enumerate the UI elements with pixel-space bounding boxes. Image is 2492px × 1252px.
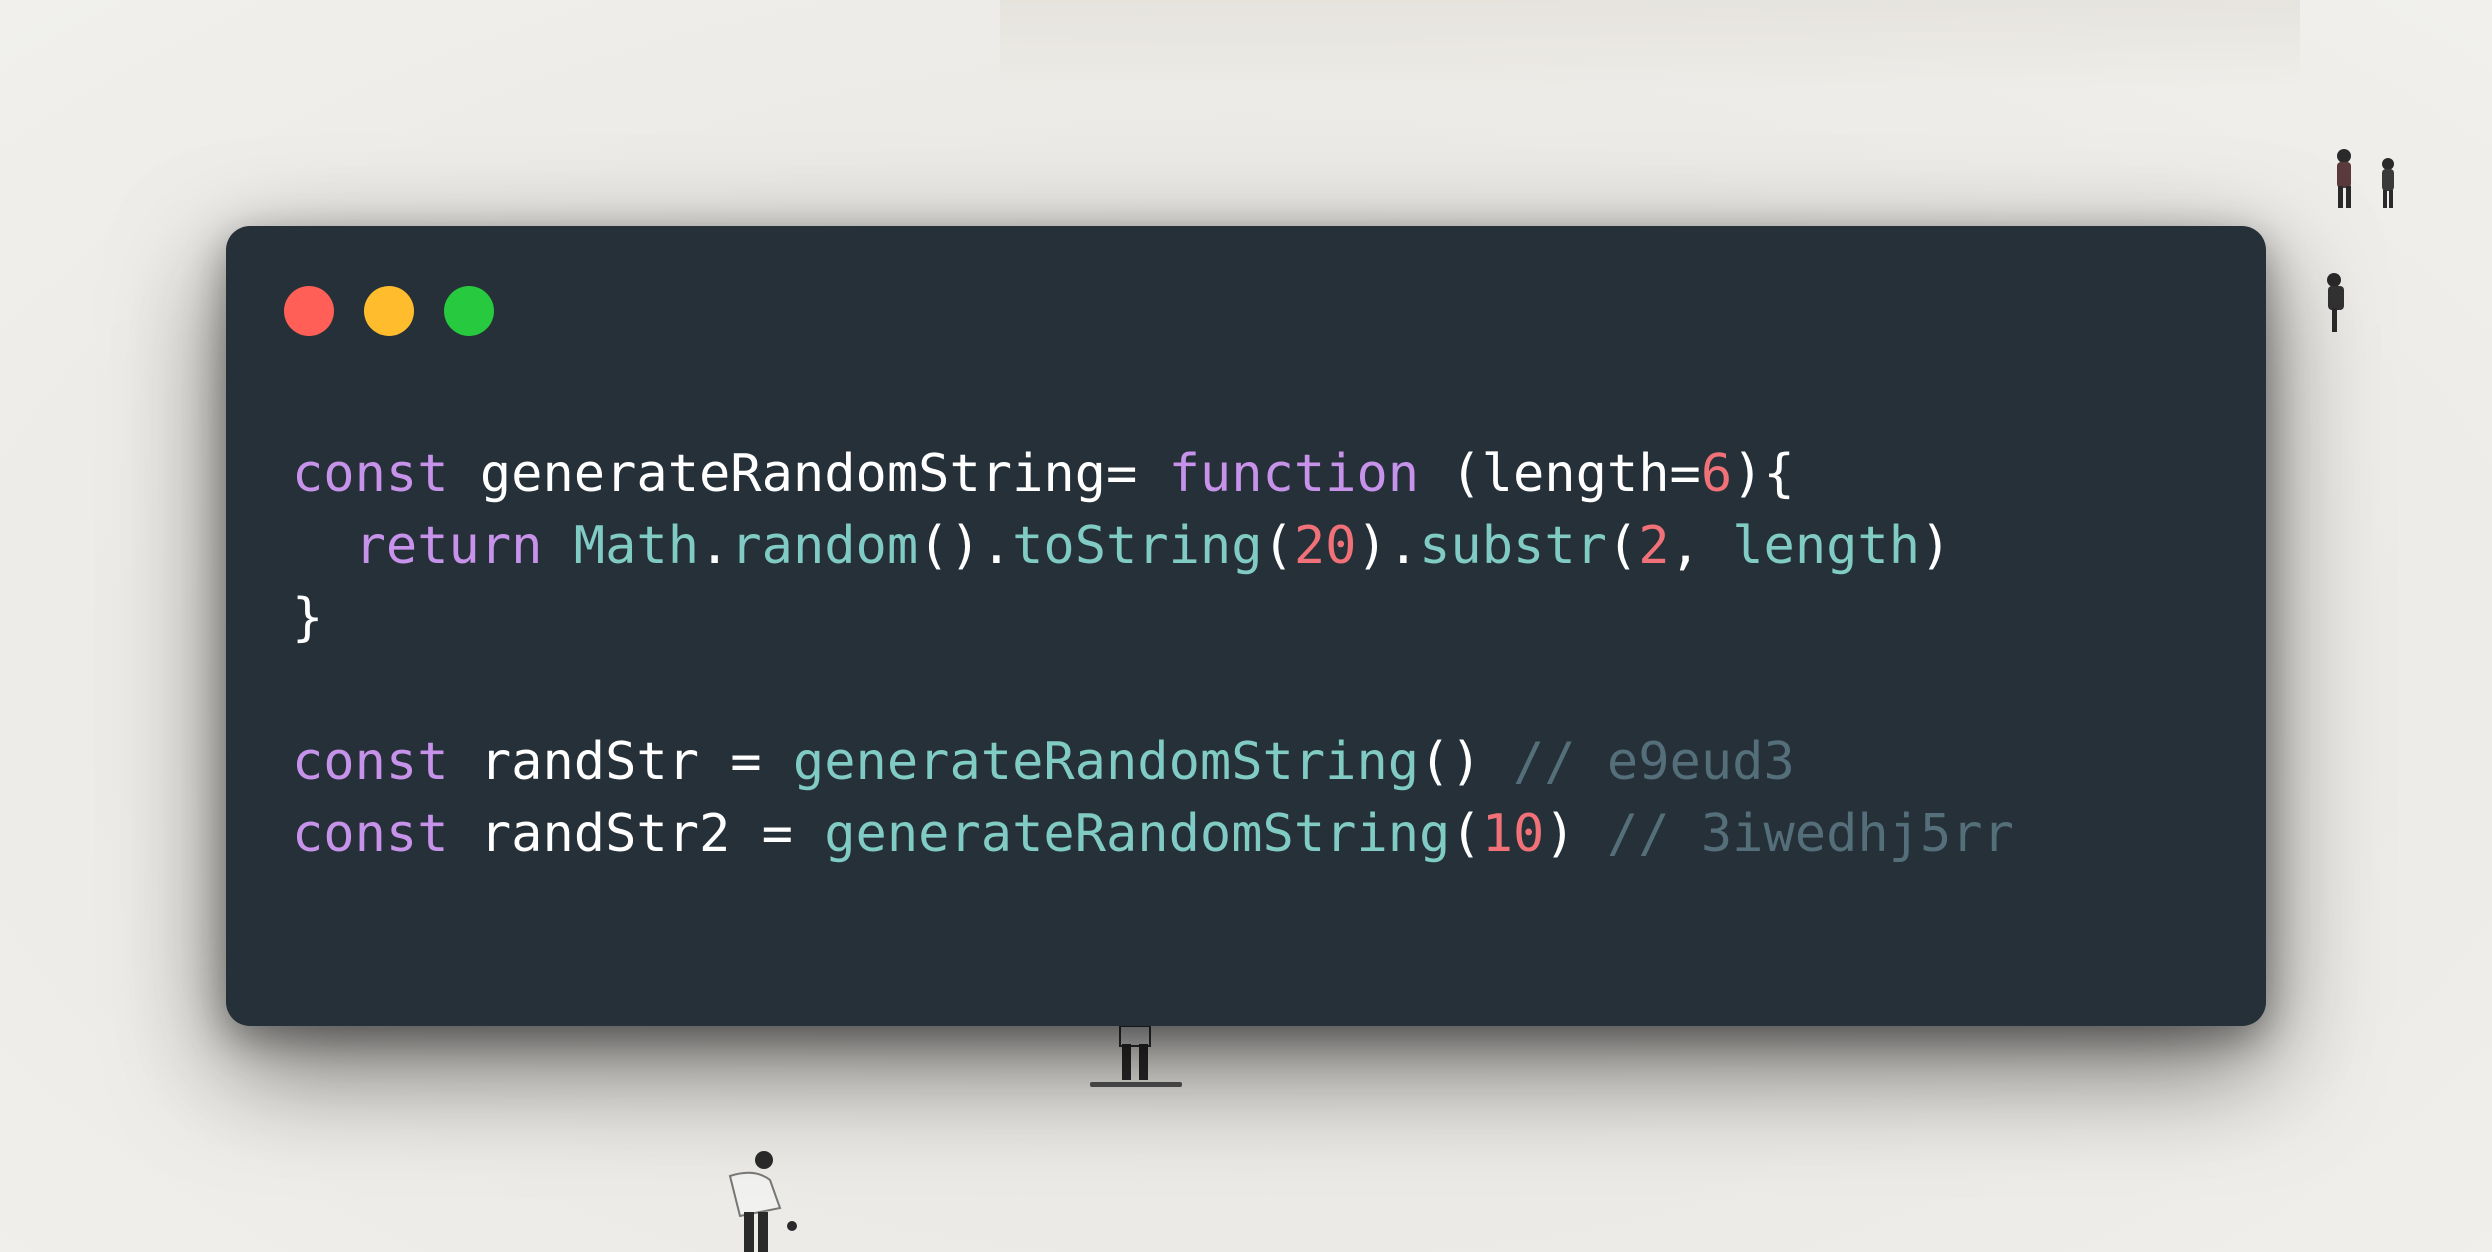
- minimize-dot: [364, 286, 414, 336]
- keyword: const: [292, 444, 449, 504]
- plain-text: ): [1920, 516, 1952, 576]
- function-call: generateRandomString: [792, 732, 1420, 792]
- code-line-5: const randStr = generateRandomString() /…: [292, 726, 2014, 798]
- plain-text: generateRandomString=: [448, 444, 1169, 504]
- code-line-6: const randStr2 = generateRandomString(10…: [292, 798, 2014, 870]
- code-line-4-blank: [292, 654, 2014, 726]
- plain-text: .: [699, 516, 731, 576]
- keyword: const: [292, 804, 449, 864]
- close-dot: [284, 286, 334, 336]
- maximize-dot: [444, 286, 494, 336]
- skier-figures-top-right: [2327, 149, 2394, 332]
- plain-text: [542, 516, 573, 576]
- code-block: const generateRandomString= function (le…: [292, 438, 2014, 870]
- number-literal: 6: [1700, 444, 1733, 504]
- plain-text: ).: [1356, 516, 1420, 576]
- keyword: const: [292, 732, 449, 792]
- number-literal: 10: [1481, 804, 1545, 864]
- identifier: length: [1732, 516, 1921, 576]
- code-line-3: }: [292, 582, 2014, 654]
- plain-text: ,: [1669, 516, 1733, 576]
- plain-text: ){: [1732, 444, 1795, 504]
- number-literal: 2: [1638, 516, 1670, 576]
- plain-text: ): [1544, 804, 1607, 864]
- plain-text: (length=: [1419, 444, 1701, 504]
- plain-text: (: [1262, 516, 1294, 576]
- background-texture: [1000, 0, 2300, 90]
- plain-text: (: [1450, 804, 1482, 864]
- plain-text: ().: [918, 516, 1013, 576]
- identifier: Math: [573, 516, 700, 576]
- code-line-1: const generateRandomString= function (le…: [292, 438, 2014, 510]
- plain-text: }: [292, 588, 324, 648]
- method-name: substr: [1419, 516, 1607, 576]
- comment: // 3iwedhj5rr: [1606, 804, 2014, 864]
- code-line-2: return Math.random().toString(20).substr…: [292, 510, 2014, 582]
- plain-text: (: [1606, 516, 1639, 576]
- function-call: generateRandomString: [824, 804, 1451, 864]
- method-name: random: [730, 516, 919, 576]
- number-literal: 20: [1293, 516, 1357, 576]
- plain-text: randStr =: [448, 732, 793, 792]
- comment: // e9eud3: [1512, 732, 1795, 792]
- keyword: return: [354, 516, 543, 576]
- snowboarder-figure: [1090, 1026, 1182, 1087]
- method-name: toString: [1012, 516, 1263, 576]
- plain-text: randStr2 =: [448, 804, 825, 864]
- skier-figure-bottom: [728, 1151, 797, 1252]
- keyword: function: [1168, 444, 1420, 504]
- plain-text: (): [1419, 732, 1513, 792]
- code-window: const generateRandomString= function (le…: [226, 226, 2266, 1026]
